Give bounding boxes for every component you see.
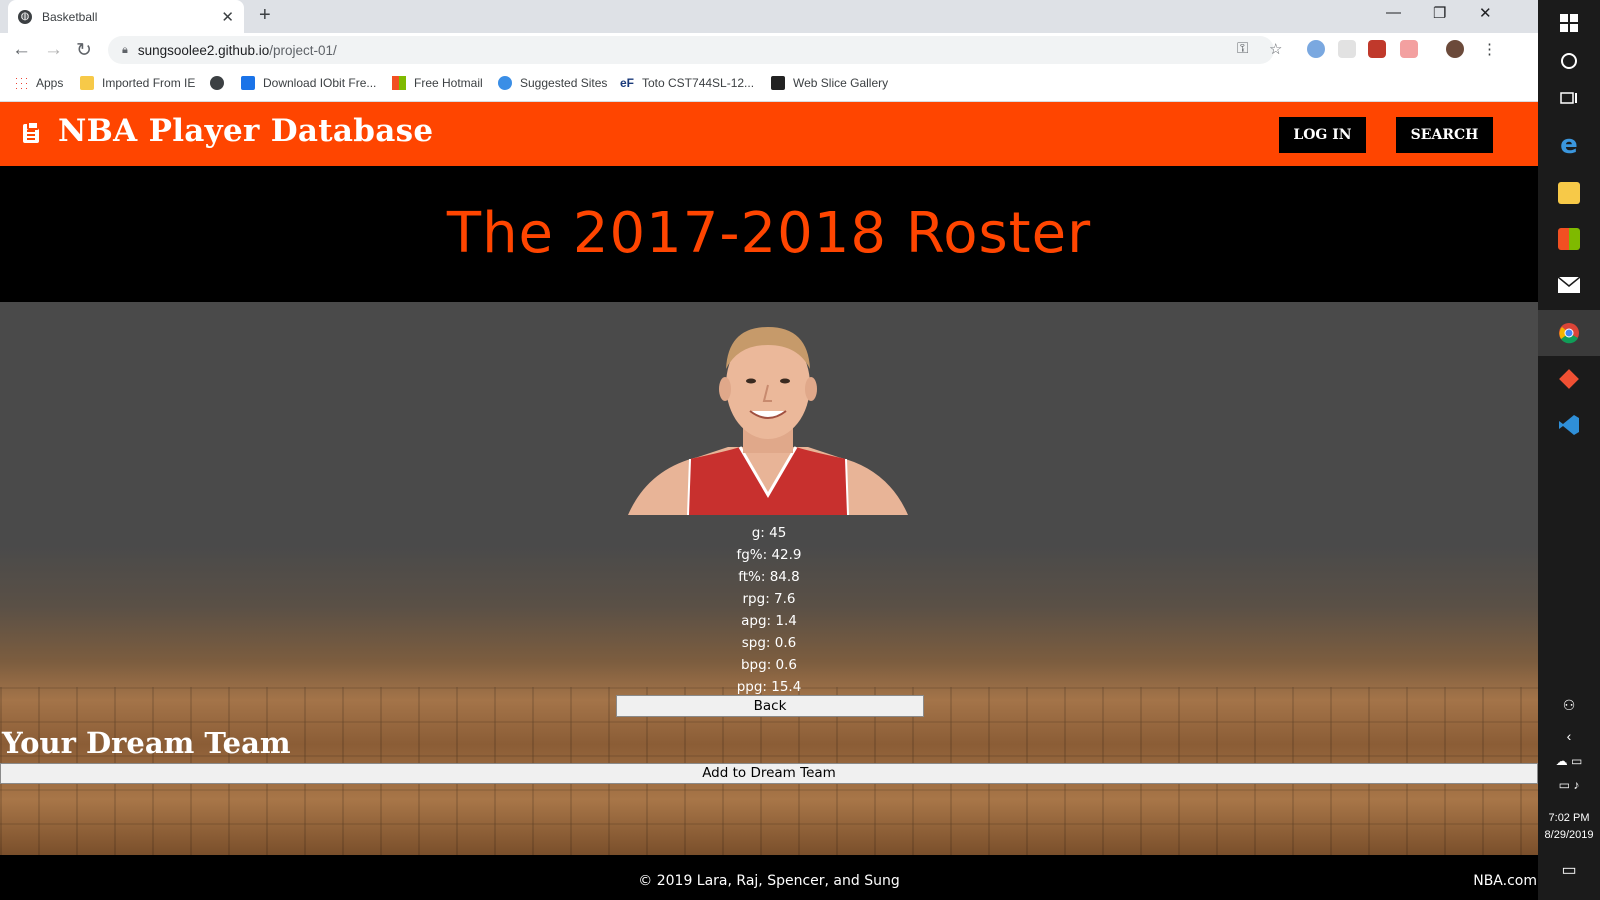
- onedrive-icon[interactable]: ☁ ▭: [1538, 754, 1600, 768]
- task-view-icon[interactable]: [1538, 76, 1600, 122]
- hero-banner: The 2017-2018 Roster: [0, 166, 1538, 302]
- bookmark-toto[interactable]: eF Toto CST744SL-12...: [620, 76, 754, 90]
- file-explorer-icon[interactable]: [1538, 170, 1600, 216]
- tab-strip: ◍ Basketball ✕ + — ❐ ✕: [0, 0, 1538, 33]
- new-tab-button[interactable]: +: [259, 4, 271, 27]
- back-arrow-icon[interactable]: ←: [12, 39, 31, 61]
- bookmark-web-slice-gallery[interactable]: Web Slice Gallery: [771, 76, 888, 90]
- extension-icon[interactable]: [1400, 40, 1418, 58]
- web-page: NBA Player Database LOG IN SEARCH The 20…: [0, 102, 1538, 900]
- bookmark-suggested-sites[interactable]: Suggested Sites: [498, 76, 607, 90]
- chevron-left-icon[interactable]: ‹: [1538, 728, 1600, 744]
- windows-logo-icon: [392, 76, 406, 90]
- bookmark-download-iobit[interactable]: Download IObit Fre...: [241, 76, 376, 90]
- clock-date[interactable]: 8/29/2019: [1538, 829, 1600, 841]
- mail-icon[interactable]: [1538, 262, 1600, 308]
- clipboard-icon: [23, 121, 39, 143]
- bookmark-globe[interactable]: [210, 76, 232, 90]
- search-button[interactable]: SEARCH: [1396, 117, 1493, 153]
- store-icon[interactable]: [1538, 216, 1600, 262]
- people-icon[interactable]: ⚇: [1538, 697, 1600, 714]
- bookmarks-bar: Apps Imported From IE Download IObit Fre…: [0, 68, 1538, 102]
- player-photo: [628, 327, 908, 515]
- git-icon[interactable]: [1538, 356, 1600, 402]
- page-title: The 2017-2018 Roster: [446, 201, 1092, 266]
- vscode-icon[interactable]: [1538, 402, 1600, 448]
- bookmark-free-hotmail[interactable]: Free Hotmail: [392, 76, 483, 90]
- extension-icon[interactable]: [1307, 40, 1325, 58]
- restore-button[interactable]: ❐: [1433, 4, 1446, 22]
- court-background: g: 45 fg%: 42.9 ft%: 84.8 rpg: 7.6 apg: …: [0, 302, 1538, 855]
- tab-title: Basketball: [42, 9, 98, 24]
- web-slice-icon: [771, 76, 785, 90]
- clock-time[interactable]: 7:02 PM: [1538, 812, 1600, 824]
- extension-icon[interactable]: [1368, 40, 1386, 58]
- close-tab-icon[interactable]: ✕: [221, 8, 234, 26]
- minimize-button[interactable]: —: [1386, 4, 1401, 21]
- profile-avatar[interactable]: [1446, 40, 1464, 58]
- extension-icon[interactable]: [1338, 40, 1356, 58]
- dream-team-heading: Your Dream Team: [2, 726, 291, 760]
- browser-window: ◍ Basketball ✕ + — ❐ ✕ ← → ↻ 🔒︎ sungsool…: [0, 0, 1538, 900]
- stat-fg-pct: fg%: 42.9: [736, 547, 802, 563]
- site-footer: © 2019 Lara, Raj, Spencer, and Sung NBA.…: [0, 855, 1538, 900]
- browser-toolbar: ← → ↻ 🔒︎ sungsoolee2.github.io/project-0…: [0, 33, 1538, 68]
- login-button[interactable]: LOG IN: [1279, 117, 1366, 153]
- stat-ft-pct: ft%: 84.8: [738, 569, 800, 585]
- globe-icon: [210, 76, 224, 90]
- stat-bpg: bpg: 0.6: [740, 657, 798, 673]
- player-stats: g: 45 fg%: 42.9 ft%: 84.8 rpg: 7.6 apg: …: [0, 522, 1538, 698]
- key-icon[interactable]: ⚿: [1237, 40, 1248, 57]
- lock-icon: 🔒︎: [122, 43, 128, 56]
- ie-icon: [498, 76, 512, 90]
- network-volume-icon[interactable]: ▭ ♪: [1538, 778, 1600, 792]
- apps-grid-icon: [14, 76, 28, 90]
- bookmark-apps[interactable]: Apps: [14, 76, 63, 90]
- chrome-icon[interactable]: [1538, 310, 1600, 356]
- windows-taskbar: e ⚇ ‹ ☁ ▭ ▭ ♪ 7:02 PM 8/29/2019 ▭: [1538, 0, 1600, 900]
- url-text: sungsoolee2.github.io/project-01/: [137, 42, 337, 58]
- stat-rpg: rpg: 7.6: [742, 591, 796, 607]
- footer-copyright: © 2019 Lara, Raj, Spencer, and Sung: [638, 873, 900, 889]
- reload-icon[interactable]: ↻: [76, 39, 92, 62]
- site-navbar: NBA Player Database LOG IN SEARCH: [0, 102, 1538, 166]
- forward-arrow-icon[interactable]: →: [44, 39, 63, 61]
- globe-icon: ◍: [18, 9, 32, 24]
- ef-logo-icon: eF: [620, 76, 635, 90]
- close-window-button[interactable]: ✕: [1479, 4, 1492, 22]
- add-to-dream-team-button[interactable]: Add to Dream Team: [0, 763, 1538, 784]
- stat-apg: apg: 1.4: [741, 613, 797, 629]
- address-bar[interactable]: 🔒︎ sungsoolee2.github.io/project-01/: [108, 36, 1274, 64]
- stat-spg: spg: 0.6: [741, 635, 797, 651]
- folder-icon: [80, 76, 94, 90]
- bookmark-imported-from-ie[interactable]: Imported From IE: [80, 76, 195, 90]
- back-button[interactable]: Back: [616, 695, 924, 717]
- notification-icon[interactable]: ▭: [1538, 860, 1600, 880]
- more-menu-icon[interactable]: ⋮: [1482, 40, 1497, 58]
- tab-basketball[interactable]: ◍ Basketball ✕: [8, 0, 244, 33]
- stat-games: g: 45: [751, 525, 787, 541]
- bookmark-star-icon[interactable]: ☆: [1269, 40, 1282, 58]
- site-brand[interactable]: NBA Player Database: [58, 113, 433, 149]
- footer-nba-link[interactable]: NBA.com: [1473, 873, 1537, 889]
- iobit-icon: [241, 76, 255, 90]
- edge-icon[interactable]: e: [1538, 122, 1600, 168]
